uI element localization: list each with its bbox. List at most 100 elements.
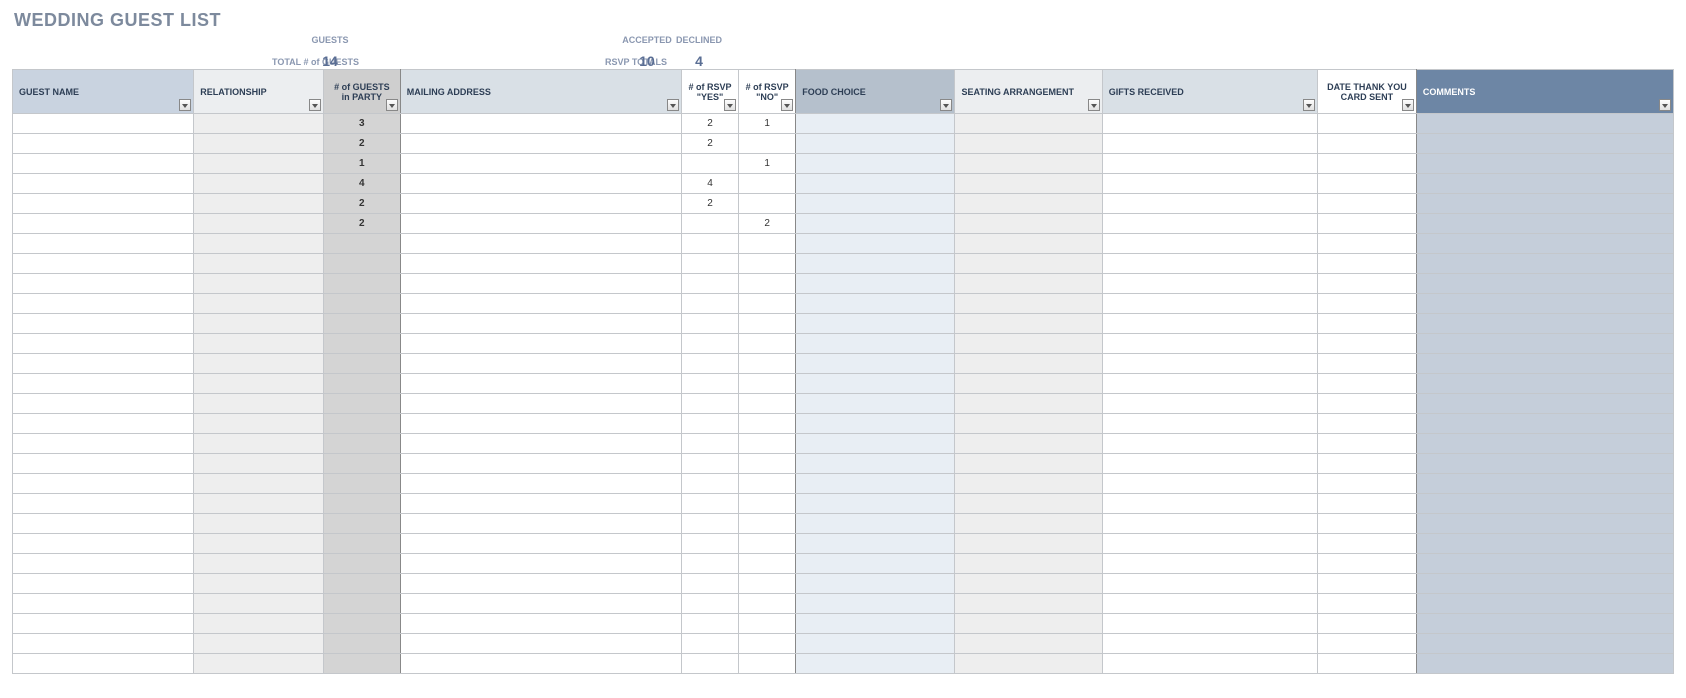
- cell-comments[interactable]: [1416, 314, 1673, 334]
- cell-rsvp-yes[interactable]: [681, 474, 738, 494]
- cell-relationship[interactable]: [194, 574, 324, 594]
- cell-rsvp-yes[interactable]: [681, 414, 738, 434]
- cell-guest-name[interactable]: [13, 494, 194, 514]
- cell-seating[interactable]: [955, 394, 1102, 414]
- cell-rsvp-no[interactable]: [739, 274, 796, 294]
- cell-thank-you[interactable]: [1318, 434, 1417, 454]
- cell-gifts[interactable]: [1102, 214, 1317, 234]
- cell-mailing-address[interactable]: [400, 314, 681, 334]
- cell-mailing-address[interactable]: [400, 254, 681, 274]
- cell-thank-you[interactable]: [1318, 574, 1417, 594]
- cell-thank-you[interactable]: [1318, 634, 1417, 654]
- cell-comments[interactable]: [1416, 414, 1673, 434]
- cell-rsvp-no[interactable]: [739, 414, 796, 434]
- filter-icon[interactable]: [1303, 99, 1315, 111]
- cell-thank-you[interactable]: [1318, 374, 1417, 394]
- cell-gifts[interactable]: [1102, 114, 1317, 134]
- cell-rsvp-no[interactable]: [739, 334, 796, 354]
- cell-comments[interactable]: [1416, 114, 1673, 134]
- cell-relationship[interactable]: [194, 334, 324, 354]
- cell-comments[interactable]: [1416, 354, 1673, 374]
- cell-gifts[interactable]: [1102, 634, 1317, 654]
- cell-gifts[interactable]: [1102, 314, 1317, 334]
- cell-comments[interactable]: [1416, 374, 1673, 394]
- cell-gifts[interactable]: [1102, 354, 1317, 374]
- cell-rsvp-no[interactable]: [739, 314, 796, 334]
- cell-num-guests[interactable]: [323, 414, 400, 434]
- cell-mailing-address[interactable]: [400, 434, 681, 454]
- header-mailing-address[interactable]: MAILING ADDRESS: [400, 70, 681, 114]
- cell-comments[interactable]: [1416, 634, 1673, 654]
- cell-relationship[interactable]: [194, 454, 324, 474]
- cell-comments[interactable]: [1416, 454, 1673, 474]
- cell-gifts[interactable]: [1102, 154, 1317, 174]
- cell-rsvp-no[interactable]: [739, 654, 796, 674]
- cell-num-guests[interactable]: [323, 254, 400, 274]
- cell-rsvp-no[interactable]: [739, 394, 796, 414]
- cell-thank-you[interactable]: [1318, 154, 1417, 174]
- cell-food-choice[interactable]: [796, 254, 955, 274]
- cell-num-guests[interactable]: [323, 274, 400, 294]
- cell-food-choice[interactable]: [796, 414, 955, 434]
- cell-rsvp-yes[interactable]: 2: [681, 194, 738, 214]
- cell-rsvp-no[interactable]: [739, 434, 796, 454]
- header-num-guests[interactable]: # of GUESTS in PARTY: [323, 70, 400, 114]
- cell-rsvp-no[interactable]: 2: [739, 214, 796, 234]
- cell-seating[interactable]: [955, 454, 1102, 474]
- cell-relationship[interactable]: [194, 134, 324, 154]
- cell-guest-name[interactable]: [13, 354, 194, 374]
- cell-rsvp-no[interactable]: [739, 194, 796, 214]
- cell-gifts[interactable]: [1102, 594, 1317, 614]
- cell-num-guests[interactable]: [323, 234, 400, 254]
- filter-icon[interactable]: [724, 99, 736, 111]
- cell-rsvp-yes[interactable]: [681, 314, 738, 334]
- cell-mailing-address[interactable]: [400, 634, 681, 654]
- cell-food-choice[interactable]: [796, 654, 955, 674]
- cell-relationship[interactable]: [194, 314, 324, 334]
- cell-num-guests[interactable]: [323, 494, 400, 514]
- cell-gifts[interactable]: [1102, 274, 1317, 294]
- cell-rsvp-yes[interactable]: [681, 554, 738, 574]
- cell-thank-you[interactable]: [1318, 594, 1417, 614]
- cell-seating[interactable]: [955, 494, 1102, 514]
- cell-rsvp-yes[interactable]: [681, 454, 738, 474]
- cell-gifts[interactable]: [1102, 534, 1317, 554]
- cell-seating[interactable]: [955, 174, 1102, 194]
- cell-relationship[interactable]: [194, 494, 324, 514]
- cell-relationship[interactable]: [194, 174, 324, 194]
- cell-mailing-address[interactable]: [400, 494, 681, 514]
- cell-rsvp-no[interactable]: [739, 594, 796, 614]
- cell-seating[interactable]: [955, 574, 1102, 594]
- cell-rsvp-yes[interactable]: [681, 154, 738, 174]
- cell-num-guests[interactable]: [323, 574, 400, 594]
- cell-gifts[interactable]: [1102, 134, 1317, 154]
- cell-relationship[interactable]: [194, 434, 324, 454]
- cell-mailing-address[interactable]: [400, 274, 681, 294]
- cell-comments[interactable]: [1416, 394, 1673, 414]
- cell-mailing-address[interactable]: [400, 294, 681, 314]
- cell-rsvp-no[interactable]: [739, 534, 796, 554]
- header-rsvp-yes[interactable]: # of RSVP "YES": [681, 70, 738, 114]
- cell-food-choice[interactable]: [796, 554, 955, 574]
- cell-comments[interactable]: [1416, 434, 1673, 454]
- cell-gifts[interactable]: [1102, 234, 1317, 254]
- cell-seating[interactable]: [955, 314, 1102, 334]
- cell-rsvp-no[interactable]: [739, 174, 796, 194]
- cell-rsvp-yes[interactable]: [681, 334, 738, 354]
- cell-food-choice[interactable]: [796, 494, 955, 514]
- cell-relationship[interactable]: [194, 114, 324, 134]
- filter-icon[interactable]: [309, 99, 321, 111]
- cell-seating[interactable]: [955, 374, 1102, 394]
- cell-gifts[interactable]: [1102, 514, 1317, 534]
- cell-comments[interactable]: [1416, 654, 1673, 674]
- cell-rsvp-yes[interactable]: 2: [681, 134, 738, 154]
- cell-food-choice[interactable]: [796, 294, 955, 314]
- cell-num-guests[interactable]: [323, 394, 400, 414]
- cell-mailing-address[interactable]: [400, 654, 681, 674]
- cell-thank-you[interactable]: [1318, 174, 1417, 194]
- cell-gifts[interactable]: [1102, 374, 1317, 394]
- cell-comments[interactable]: [1416, 154, 1673, 174]
- cell-relationship[interactable]: [194, 394, 324, 414]
- cell-rsvp-yes[interactable]: [681, 594, 738, 614]
- header-gifts[interactable]: GIFTS RECEIVED: [1102, 70, 1317, 114]
